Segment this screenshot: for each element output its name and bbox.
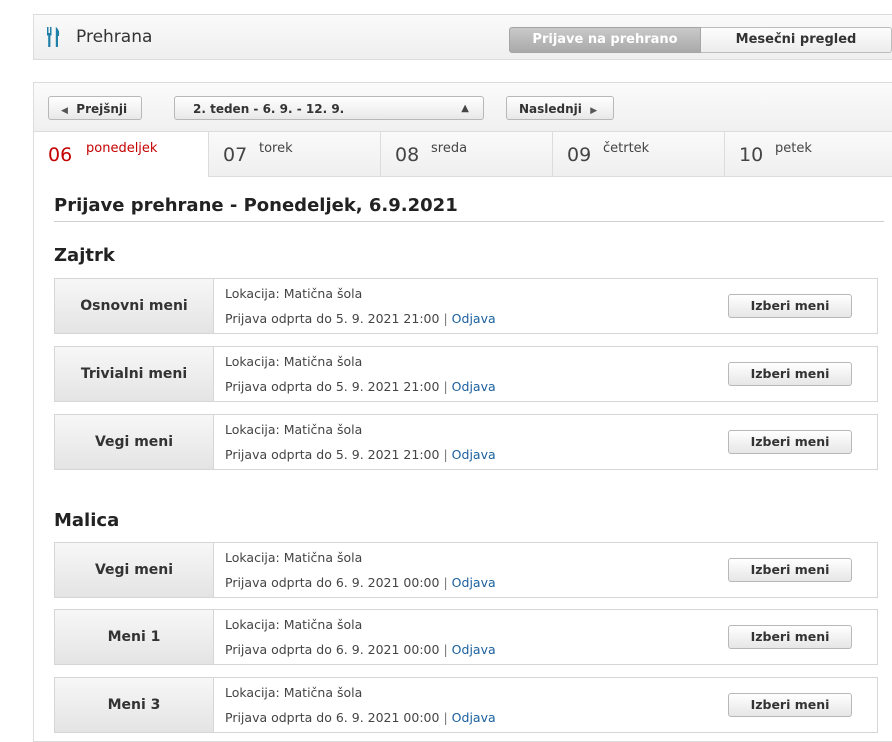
choose-menu-button[interactable]: Izberi meni xyxy=(728,362,852,386)
choose-menu-button[interactable]: Izberi meni xyxy=(728,558,852,582)
day-name: torek xyxy=(259,141,293,156)
menu-deadline-line: Prijava odprta do 5. 9. 2021 21:00 | Odjav… xyxy=(225,447,496,462)
menu-deadline: Prijava odprta do 5. 9. 2021 21:00 xyxy=(225,379,440,394)
tab-day-cetrtek[interactable]: 09 četrtek xyxy=(552,132,724,177)
separator: | xyxy=(443,710,448,725)
menu-location: Lokacija: Matična šola xyxy=(225,286,363,301)
menu-row: Meni 1 Lokacija: Matična šola Prijava od… xyxy=(54,609,878,665)
menu-deadline-line: Prijava odprta do 5. 9. 2021 21:00 | Odjav… xyxy=(225,311,496,326)
menu-name: Trivialni meni xyxy=(55,347,214,401)
day-name: petek xyxy=(775,141,812,156)
menu-name: Meni 3 xyxy=(55,678,214,732)
day-number: 07 xyxy=(223,144,248,166)
odjava-link[interactable]: Odjava xyxy=(452,447,496,462)
day-name: četrtek xyxy=(603,141,650,156)
day-name: ponedeljek xyxy=(86,141,158,156)
cutlery-icon xyxy=(47,27,60,47)
tab-mesecni-pregled[interactable]: Mesečni pregled xyxy=(701,27,892,53)
menu-location: Lokacija: Matična šola xyxy=(225,550,363,565)
choose-menu-button[interactable]: Izberi meni xyxy=(728,430,852,454)
up-down-arrows-icon: ▲ xyxy=(461,103,469,114)
menu-deadline-line: Prijava odprta do 6. 9. 2021 00:00 | Odjav… xyxy=(225,575,496,590)
section-title-zajtrk: Zajtrk xyxy=(54,245,115,266)
day-number: 06 xyxy=(48,144,73,166)
menu-deadline: Prijava odprta do 6. 9. 2021 00:00 xyxy=(225,575,440,590)
day-name: sreda xyxy=(431,141,468,156)
week-navigation: ◀ Prejšnji 2. teden - 6. 9. - 12. 9. ▲ N… xyxy=(34,83,892,132)
day-heading: Prijave prehrane - Ponedeljek, 6.9.2021 xyxy=(54,195,458,216)
section-title-malica: Malica xyxy=(54,510,120,531)
menu-row: Trivialni meni Lokacija: Matična šola Pr… xyxy=(54,346,878,402)
separator: | xyxy=(443,575,448,590)
week-select[interactable]: 2. teden - 6. 9. - 12. 9. ▲ xyxy=(174,96,484,120)
menu-row: Vegi meni Lokacija: Matična šola Prijava… xyxy=(54,542,878,598)
previous-week-button[interactable]: ◀ Prejšnji xyxy=(48,96,142,120)
menu-deadline: Prijava odprta do 5. 9. 2021 21:00 xyxy=(225,447,440,462)
odjava-link[interactable]: Odjava xyxy=(452,642,496,657)
day-number: 10 xyxy=(739,144,764,166)
tab-day-sreda[interactable]: 08 sreda xyxy=(380,132,552,177)
odjava-link[interactable]: Odjava xyxy=(452,710,496,725)
menu-deadline-line: Prijava odprta do 6. 9. 2021 00:00 | Odjav… xyxy=(225,710,496,725)
tab-prijave[interactable]: Prijave na prehrano xyxy=(509,27,701,53)
next-week-button[interactable]: Naslednji ▶ xyxy=(506,96,614,120)
odjava-link[interactable]: Odjava xyxy=(452,575,496,590)
next-label: Naslednji xyxy=(519,102,582,116)
page-title: Prehrana xyxy=(76,27,153,47)
divider xyxy=(54,221,884,222)
previous-label: Prejšnji xyxy=(76,102,128,116)
menu-deadline-line: Prijava odprta do 5. 9. 2021 21:00 | Odjav… xyxy=(225,379,496,394)
menu-location: Lokacija: Matična šola xyxy=(225,422,363,437)
menu-name: Vegi meni xyxy=(55,415,214,469)
separator: | xyxy=(443,311,448,326)
tab-day-ponedeljek[interactable]: 06 ponedeljek xyxy=(48,132,208,177)
menu-name: Osnovni meni xyxy=(55,279,214,333)
menu-row: Vegi meni Lokacija: Matična šola Prijava… xyxy=(54,414,878,470)
menu-deadline-line: Prijava odprta do 6. 9. 2021 00:00 | Odjav… xyxy=(225,642,496,657)
menu-deadline: Prijava odprta do 5. 9. 2021 21:00 xyxy=(225,311,440,326)
odjava-link[interactable]: Odjava xyxy=(452,311,496,326)
menu-location: Lokacija: Matična šola xyxy=(225,354,363,369)
choose-menu-button[interactable]: Izberi meni xyxy=(728,693,852,717)
tab-day-petek[interactable]: 10 petek xyxy=(724,132,892,177)
menu-name: Vegi meni xyxy=(55,543,214,597)
day-number: 08 xyxy=(395,144,420,166)
separator: | xyxy=(443,447,448,462)
menu-location: Lokacija: Matična šola xyxy=(225,685,363,700)
arrow-right-icon: ▶ xyxy=(590,106,598,116)
menu-location: Lokacija: Matična šola xyxy=(225,617,363,632)
choose-menu-button[interactable]: Izberi meni xyxy=(728,294,852,318)
day-tabs: 06 ponedeljek 07 torek 08 sreda 09 četrt… xyxy=(34,132,892,177)
choose-menu-button[interactable]: Izberi meni xyxy=(728,625,852,649)
menu-name: Meni 1 xyxy=(55,610,214,664)
view-switcher: Prijave na prehrano Mesečni pregled xyxy=(509,27,892,53)
separator: | xyxy=(443,642,448,657)
menu-row: Meni 3 Lokacija: Matična šola Prijava od… xyxy=(54,677,878,733)
content-panel: ◀ Prejšnji 2. teden - 6. 9. - 12. 9. ▲ N… xyxy=(33,82,892,742)
menu-deadline: Prijava odprta do 6. 9. 2021 00:00 xyxy=(225,642,440,657)
day-number: 09 xyxy=(567,144,592,166)
arrow-left-icon: ◀ xyxy=(61,106,68,116)
week-select-value: 2. teden - 6. 9. - 12. 9. xyxy=(193,102,345,116)
menu-deadline: Prijava odprta do 6. 9. 2021 00:00 xyxy=(225,710,440,725)
separator: | xyxy=(443,379,448,394)
menu-row: Osnovni meni Lokacija: Matična šola Prij… xyxy=(54,278,878,334)
tab-day-torek[interactable]: 07 torek xyxy=(208,132,380,177)
odjava-link[interactable]: Odjava xyxy=(452,379,496,394)
app-header: Prehrana Prijave na prehrano Mesečni pre… xyxy=(33,14,892,60)
